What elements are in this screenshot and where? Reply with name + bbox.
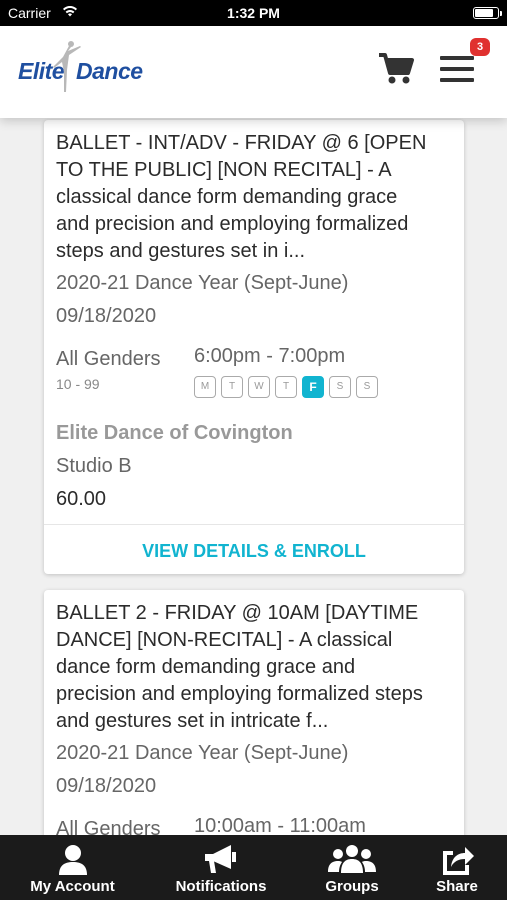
class-genders: All Genders xyxy=(56,818,161,835)
tab-share[interactable]: Share xyxy=(407,835,507,900)
class-title: BALLET 2 - FRIDAY @ 10AM [DAYTIME DANCE]… xyxy=(56,602,423,732)
class-genders: All Genders xyxy=(56,348,161,370)
day-tuesday: T xyxy=(221,376,243,398)
clock: 1:32 PM xyxy=(227,5,280,21)
elite-dance-logo[interactable]: Elite Dance xyxy=(18,40,143,100)
class-title: BALLET - INT/ADV - FRIDAY @ 6 [OPEN TO T… xyxy=(56,132,427,262)
class-season: 2020-21 Dance Year (Sept-June) xyxy=(56,272,349,294)
class-time: 10:00am - 11:00am xyxy=(194,815,366,835)
menu-button[interactable] xyxy=(440,56,476,86)
day-saturday: S xyxy=(329,376,351,398)
menu-icon xyxy=(440,56,474,60)
day-wednesday: W xyxy=(248,376,270,398)
tab-groups[interactable]: Groups xyxy=(297,835,407,900)
class-room: Studio B xyxy=(56,455,132,477)
tab-label: My Account xyxy=(30,878,115,895)
bottom-tab-bar: My Account Notifications Groups Share xyxy=(0,835,507,900)
day-monday: M xyxy=(194,376,216,398)
class-start-date: 09/18/2020 xyxy=(56,305,157,327)
app-header: Elite Dance xyxy=(0,26,507,118)
day-sunday: S xyxy=(356,376,378,398)
class-price: 60.00 xyxy=(56,488,107,510)
menu-badge: 3 xyxy=(470,38,490,56)
cart-button[interactable] xyxy=(377,52,415,86)
class-start-date: 09/18/2020 xyxy=(56,775,157,797)
tab-label: Notifications xyxy=(175,878,267,895)
status-bar: Carrier 1:32 PM xyxy=(0,0,507,26)
day-friday: F xyxy=(302,376,324,398)
tab-label: Groups xyxy=(325,878,379,895)
day-thursday: T xyxy=(275,376,297,398)
cart-icon xyxy=(379,53,414,84)
person-icon xyxy=(57,843,89,880)
tab-my-account[interactable]: My Account xyxy=(0,835,145,900)
megaphone-icon xyxy=(203,843,239,880)
class-card: BALLET 2 - FRIDAY @ 10AM [DAYTIME DANCE]… xyxy=(44,590,464,835)
logo-word-dance: Dance xyxy=(76,58,143,84)
tab-label: Share xyxy=(436,878,478,895)
class-card: BALLET - INT/ADV - FRIDAY @ 6 [OPEN TO T… xyxy=(44,120,464,574)
share-icon xyxy=(439,843,475,880)
view-details-enroll-button[interactable]: VIEW DETAILS & ENROLL xyxy=(44,524,464,576)
class-days: M T W T F S S xyxy=(194,376,378,398)
tab-notifications[interactable]: Notifications xyxy=(145,835,297,900)
class-list[interactable]: BALLET - INT/ADV - FRIDAY @ 6 [OPEN TO T… xyxy=(0,118,507,835)
class-ages: 10 - 99 xyxy=(56,376,100,392)
battery-icon xyxy=(473,7,502,19)
class-season: 2020-21 Dance Year (Sept-June) xyxy=(56,742,349,764)
group-icon xyxy=(327,843,377,880)
class-location: Elite Dance of Covington xyxy=(56,422,293,444)
class-time: 6:00pm - 7:00pm xyxy=(194,345,346,367)
